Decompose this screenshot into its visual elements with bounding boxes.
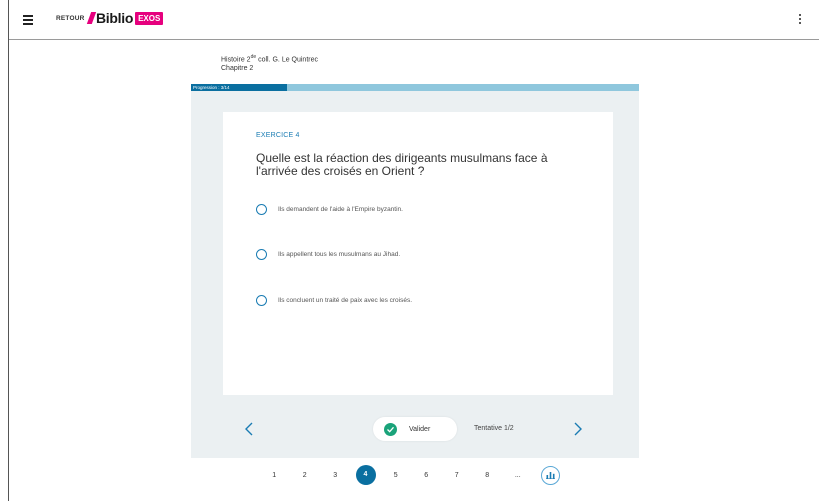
page-1[interactable]: 1 (259, 472, 290, 479)
chevron-left-icon (245, 422, 253, 436)
progress-bar: Progression : 3/14 (191, 84, 639, 91)
exercise-number: EXERCICE 4 (256, 132, 300, 139)
question-text: Quelle est la réaction des dirigeants mu… (256, 151, 548, 178)
page-4[interactable]: 4 (355, 465, 376, 485)
chapter-label: Chapitre 2 (221, 65, 254, 73)
top-bar: RETOUR Biblio EXOS (9, 0, 819, 40)
radio-button[interactable] (256, 294, 267, 306)
page-2[interactable]: 2 (290, 472, 321, 479)
answer-option-label: Ils demandent de l'aide à l'Empire byzan… (278, 205, 403, 213)
validate-button[interactable]: Valider (373, 417, 457, 441)
logo-text: Biblio (96, 10, 134, 26)
exercise-panel: EXERCICE 4 Quelle est la réaction des di… (191, 91, 639, 458)
answer-option-1[interactable]: Ils demandent de l'aide à l'Empire byzan… (256, 203, 403, 215)
radio-button[interactable] (256, 203, 267, 215)
page-5[interactable]: 5 (381, 472, 412, 479)
exercise-pagination: 1 2 3 4 5 6 7 8... (259, 465, 560, 485)
answer-option-3[interactable]: Ils concluent un traité de paix avec les… (256, 294, 412, 306)
page-6[interactable]: 6 (411, 472, 442, 479)
next-exercise-button[interactable] (572, 421, 584, 437)
logo-tag: EXOS (135, 11, 164, 25)
radio-button[interactable] (256, 248, 267, 260)
more-options-icon[interactable] (799, 14, 802, 25)
page-ellipsis: ... (514, 471, 521, 479)
results-chart-icon[interactable] (541, 465, 560, 485)
book-title-main: Histoire 2 (221, 56, 251, 64)
check-icon (384, 422, 397, 436)
previous-exercise-button[interactable] (243, 421, 255, 437)
attempt-counter: Tentative 1/2 (474, 425, 514, 432)
back-link[interactable]: RETOUR (56, 15, 85, 22)
logo-slash-icon (86, 12, 97, 24)
book-title: Histoire 2de coll. G. Le Quintrec Chapit… (221, 53, 318, 73)
answer-option-label: Ils appellent tous les musulmans au Jiha… (278, 250, 401, 258)
biblio-exos-logo: Biblio EXOS (86, 10, 164, 26)
answer-option-2[interactable]: Ils appellent tous les musulmans au Jiha… (256, 248, 400, 260)
page-8[interactable]: 8 (472, 472, 503, 479)
page-7[interactable]: 7 (442, 472, 473, 479)
chevron-right-icon (574, 422, 582, 436)
menu-icon[interactable] (23, 15, 33, 25)
book-title-collection: coll. G. Le Quintrec (256, 56, 318, 64)
page-3[interactable]: 3 (320, 472, 351, 479)
progress-label: Progression : 3/14 (193, 85, 230, 90)
question-card: EXERCICE 4 Quelle est la réaction des di… (223, 112, 613, 395)
validate-label: Valider (409, 425, 431, 433)
answer-option-label: Ils concluent un traité de paix avec les… (278, 296, 413, 304)
